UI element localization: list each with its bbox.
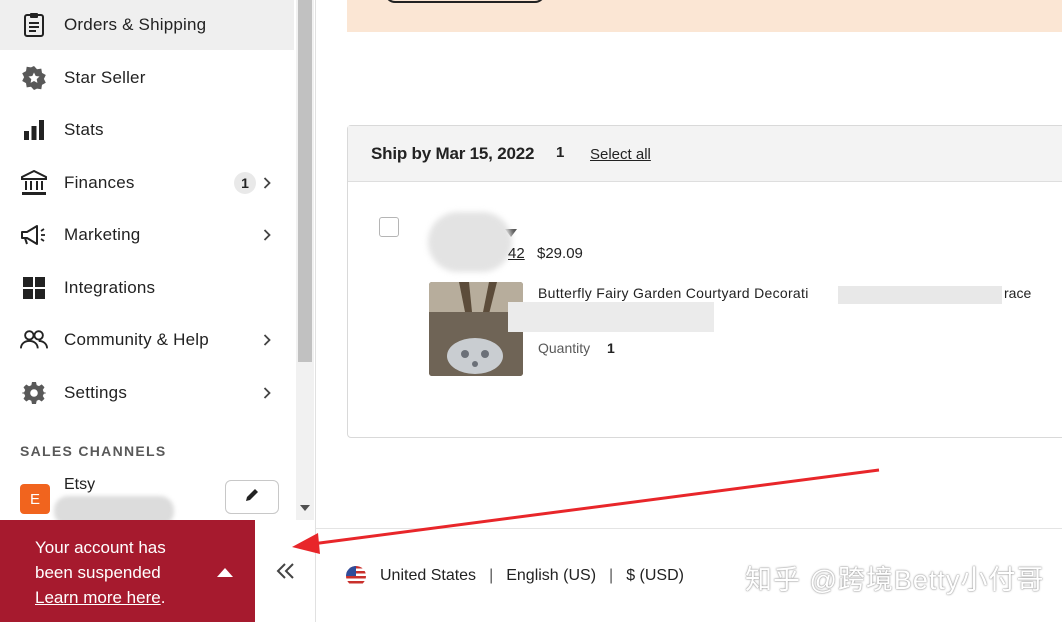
order-total: $29.09 (537, 245, 583, 262)
currency-setting: $ (USD) (626, 567, 684, 584)
double-chevron-left-icon (276, 562, 296, 585)
sidebar-item-community-help[interactable]: Community & Help (0, 315, 294, 365)
quantity-value: 1 (607, 340, 615, 356)
orders-group-panel: Ship by Mar 15, 2022 1 Select all ndon 4… (347, 125, 1062, 438)
scroll-down-arrow-icon[interactable] (299, 503, 311, 513)
select-all-link[interactable]: Select all (590, 146, 651, 163)
sidebar-item-label: Community & Help (64, 330, 209, 349)
sidebar-item-star-seller[interactable]: Star Seller (0, 53, 294, 103)
sidebar-item-finances[interactable]: Finances 1 (0, 158, 294, 208)
collapse-sidebar-button[interactable] (268, 558, 304, 588)
edit-channel-button[interactable] (225, 480, 279, 514)
notification-badge: 1 (234, 172, 256, 194)
redacted-shop-name (54, 496, 174, 520)
chevron-right-icon (260, 333, 274, 347)
country-setting: United States (380, 567, 477, 584)
sidebar-item-label: Finances (64, 173, 135, 192)
product-title-link[interactable]: Butterfly Fairy Garden Courtyard Decorat… (538, 285, 809, 301)
sidebar-item-label: Orders & Shipping (64, 15, 207, 34)
order-checkbox[interactable] (379, 217, 399, 237)
chevron-right-icon (260, 386, 274, 400)
link-suffix: . (160, 588, 166, 607)
etsy-channel-logo: E (20, 484, 50, 514)
sidebar-item-stats[interactable]: Stats (0, 105, 294, 155)
redacted-variation-info (508, 302, 714, 332)
sidebar-item-orders-shipping[interactable]: Orders & Shipping (0, 0, 294, 50)
promo-banner (347, 0, 1062, 32)
footer-separator: | (609, 567, 614, 584)
people-icon (20, 326, 48, 354)
ship-by-date: Ship by Mar 15, 2022 (371, 144, 535, 163)
bank-icon (20, 169, 48, 197)
channel-name[interactable]: Etsy (64, 476, 95, 494)
bar-chart-icon (20, 116, 48, 144)
gear-icon (20, 379, 48, 407)
sales-channels-heading: SALES CHANNELS (20, 443, 167, 459)
zhihu-watermark: 知乎 @跨境Betty小付哥 (745, 565, 1045, 595)
sidebar-nav: Orders & Shipping Star Seller Stats Fina… (0, 0, 296, 520)
quantity-label: Quantity (538, 340, 591, 356)
order-number-link[interactable]: 42 (508, 245, 525, 262)
grid-icon (20, 274, 48, 302)
chevron-right-icon (260, 176, 274, 190)
redacted-buyer-info (428, 212, 512, 272)
language-setting: English (US) (506, 567, 597, 584)
sidebar-item-label: Marketing (64, 225, 141, 244)
orders-group-header: Ship by Mar 15, 2022 1 Select all (348, 126, 1062, 182)
sidebar-item-settings[interactable]: Settings (0, 368, 294, 418)
sidebar-item-label: Stats (64, 120, 104, 139)
suspended-message-line1: Your account has (35, 538, 166, 557)
pencil-icon (244, 487, 260, 508)
sidebar-item-label: Integrations (64, 278, 156, 297)
footer-divider (316, 528, 1062, 529)
sidebar-item-integrations[interactable]: Integrations (0, 263, 294, 313)
learn-more-link[interactable]: Learn more here (35, 588, 161, 607)
clipboard-icon (20, 11, 48, 39)
sidebar-item-label: Star Seller (64, 68, 146, 87)
redacted-product-title (838, 286, 1002, 304)
sidebar-item-marketing[interactable]: Marketing (0, 210, 294, 260)
sidebar-scrollbar-thumb[interactable] (298, 0, 312, 362)
chevron-right-icon (260, 228, 274, 242)
megaphone-icon (20, 221, 48, 249)
us-flag-icon (346, 566, 366, 586)
sidebar-item-label: Settings (64, 383, 128, 402)
order-count: 1 (556, 144, 565, 161)
star-badge-icon (20, 64, 48, 92)
locale-footer[interactable]: United States | English (US) | $ (USD) (346, 565, 684, 587)
expand-caret-up-icon[interactable] (216, 565, 234, 577)
promo-banner-button[interactable] (385, 0, 545, 3)
footer-separator: | (489, 567, 494, 584)
product-title-suffix: race (1004, 285, 1032, 301)
